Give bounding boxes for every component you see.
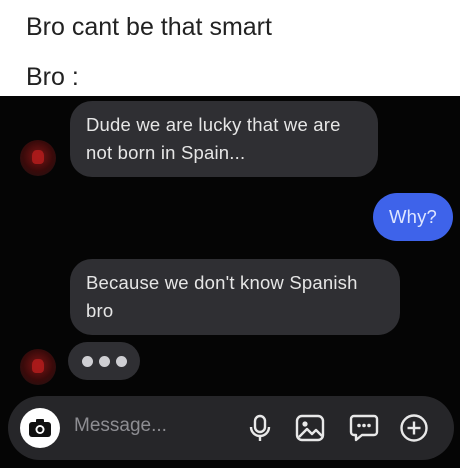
message-text-line: Dude we are lucky that we are xyxy=(86,114,341,135)
camera-button[interactable] xyxy=(20,408,60,448)
message-composer: Message... xyxy=(8,396,454,460)
meme-caption: Bro cant be that smart Bro : xyxy=(0,0,460,96)
received-message-bubble[interactable]: Dude we are lucky that we are not born i… xyxy=(70,101,378,177)
plus-icon[interactable] xyxy=(398,412,430,444)
sent-message-bubble[interactable]: Why? xyxy=(373,193,453,241)
received-message-bubble[interactable]: Because we don't know Spanish bro xyxy=(70,259,400,335)
message-text-line: Because we don't know Spanish xyxy=(86,272,358,293)
gallery-icon[interactable] xyxy=(294,412,326,444)
message-input[interactable]: Message... xyxy=(74,415,167,437)
contact-avatar[interactable] xyxy=(20,349,56,385)
microphone-icon[interactable] xyxy=(244,412,276,444)
typing-dot xyxy=(81,355,93,367)
message-text: Why? xyxy=(388,206,438,227)
typing-dot xyxy=(115,355,127,367)
sticker-icon[interactable] xyxy=(348,412,380,444)
typing-dot xyxy=(98,355,110,367)
typing-indicator xyxy=(68,342,140,380)
message-text-line: not born in Spain... xyxy=(86,142,246,163)
chat-thread: Dude we are lucky that we are not born i… xyxy=(0,96,460,468)
message-text-line: bro xyxy=(86,300,114,321)
caption-line-1: Bro cant be that smart xyxy=(26,13,272,41)
caption-line-2: Bro : xyxy=(26,63,79,91)
contact-avatar[interactable] xyxy=(20,140,56,176)
camera-icon xyxy=(29,419,51,437)
